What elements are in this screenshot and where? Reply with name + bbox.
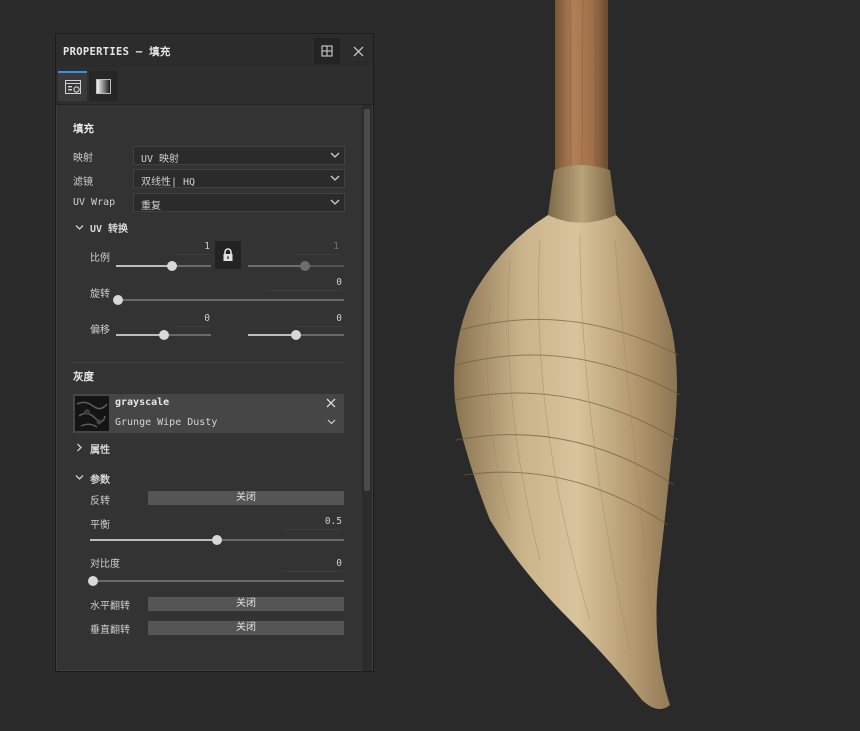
balance-slider[interactable]	[90, 535, 344, 545]
slider-knob[interactable]	[291, 330, 301, 340]
scrollbar-thumb[interactable]	[364, 109, 370, 491]
slider-fill	[116, 265, 173, 267]
scale-slider-v[interactable]	[248, 261, 344, 271]
properties-panel: PROPERTIES – 填充 填充 映射 UV 映射 滤镜 双线性| HQ U…	[55, 33, 374, 672]
dock-panel-icon[interactable]	[314, 38, 340, 64]
broom-model[interactable]	[420, 0, 720, 731]
panel-tabbar	[56, 67, 373, 105]
uv-wrap-label: UV Wrap	[73, 197, 116, 208]
panel-scrollbar[interactable]	[362, 105, 372, 671]
chevron-down-icon[interactable]	[327, 419, 336, 425]
balance-label: 平衡	[90, 520, 110, 531]
remove-resource-icon[interactable]	[326, 398, 336, 408]
contrast-slider[interactable]	[88, 576, 344, 586]
params-title[interactable]: 参数	[90, 471, 110, 486]
attributes-title[interactable]: 属性	[90, 441, 110, 456]
offset-slider-v[interactable]	[248, 330, 344, 340]
fill-section-title: 填充	[73, 123, 94, 135]
chevron-down-icon	[330, 199, 340, 205]
rotation-label: 旋转	[90, 289, 110, 300]
grayscale-resource-slot[interactable]: grayscale Grunge Wipe Dusty	[73, 394, 344, 433]
contrast-value[interactable]: 0	[282, 558, 342, 572]
lock-icon[interactable]	[215, 241, 241, 269]
slider-fill	[116, 334, 164, 336]
slider-fill	[90, 539, 217, 541]
scale-value-v[interactable]: 1	[296, 241, 339, 255]
slider-knob[interactable]	[113, 295, 123, 305]
flip-v-toggle[interactable]: 关闭	[148, 621, 344, 635]
uv-wrap-dropdown[interactable]: 重复	[133, 193, 345, 212]
slider-knob[interactable]	[88, 576, 98, 586]
contrast-label: 对比度	[90, 559, 120, 570]
gradient-icon	[96, 78, 111, 94]
flip-v-label: 垂直翻转	[90, 625, 130, 636]
filter-value: 双线性| HQ	[141, 177, 196, 188]
chevron-down-icon[interactable]	[75, 473, 84, 482]
mapping-value: UV 映射	[141, 154, 180, 165]
balance-value[interactable]: 0.5	[282, 516, 342, 530]
chevron-down-icon	[330, 152, 340, 158]
invert-toggle[interactable]: 关闭	[148, 491, 344, 505]
tab-fill-properties[interactable]	[58, 71, 87, 101]
rotation-value[interactable]: 0	[266, 277, 342, 291]
tab-gradient[interactable]	[89, 71, 118, 101]
chevron-down-icon[interactable]	[75, 223, 84, 232]
rotation-slider[interactable]	[113, 295, 344, 305]
chevron-down-icon	[330, 175, 340, 181]
scale-slider-u[interactable]	[116, 261, 211, 271]
panel-title: PROPERTIES – 填充	[63, 46, 171, 58]
offset-value-v[interactable]: 0	[296, 313, 342, 327]
resource-name: grayscale	[115, 397, 170, 408]
uv-transform-title[interactable]: UV 转换	[90, 220, 128, 235]
offset-label: 偏移	[90, 325, 110, 336]
slider-fill	[248, 265, 305, 267]
filter-dropdown[interactable]: 双线性| HQ	[133, 169, 345, 188]
mapping-label: 映射	[73, 153, 93, 164]
scale-label: 比例	[90, 253, 110, 264]
resource-thumbnail	[75, 396, 109, 431]
invert-label: 反转	[90, 496, 110, 507]
slider-fill	[248, 334, 296, 336]
resource-subtitle: Grunge Wipe Dusty	[115, 417, 218, 428]
grayscale-section-title: 灰度	[73, 371, 94, 383]
filter-label: 滤镜	[73, 177, 93, 188]
offset-value-u[interactable]: 0	[176, 313, 210, 327]
slider-knob[interactable]	[158, 330, 169, 340]
panel-titlebar: PROPERTIES – 填充	[56, 34, 373, 67]
offset-slider-u[interactable]	[116, 330, 211, 340]
fill-properties-icon	[64, 80, 81, 94]
scale-value-u[interactable]: 1	[176, 241, 210, 255]
section-divider	[73, 362, 344, 363]
slider-knob[interactable]	[167, 261, 178, 271]
uv-wrap-value: 重复	[141, 201, 161, 212]
flip-h-label: 水平翻转	[90, 601, 130, 612]
slider-knob[interactable]	[212, 535, 222, 545]
mapping-dropdown[interactable]: UV 映射	[133, 146, 345, 165]
slider-knob[interactable]	[299, 261, 310, 271]
chevron-right-icon[interactable]	[75, 443, 84, 452]
close-icon[interactable]	[345, 38, 371, 64]
flip-h-toggle[interactable]: 关闭	[148, 597, 344, 611]
